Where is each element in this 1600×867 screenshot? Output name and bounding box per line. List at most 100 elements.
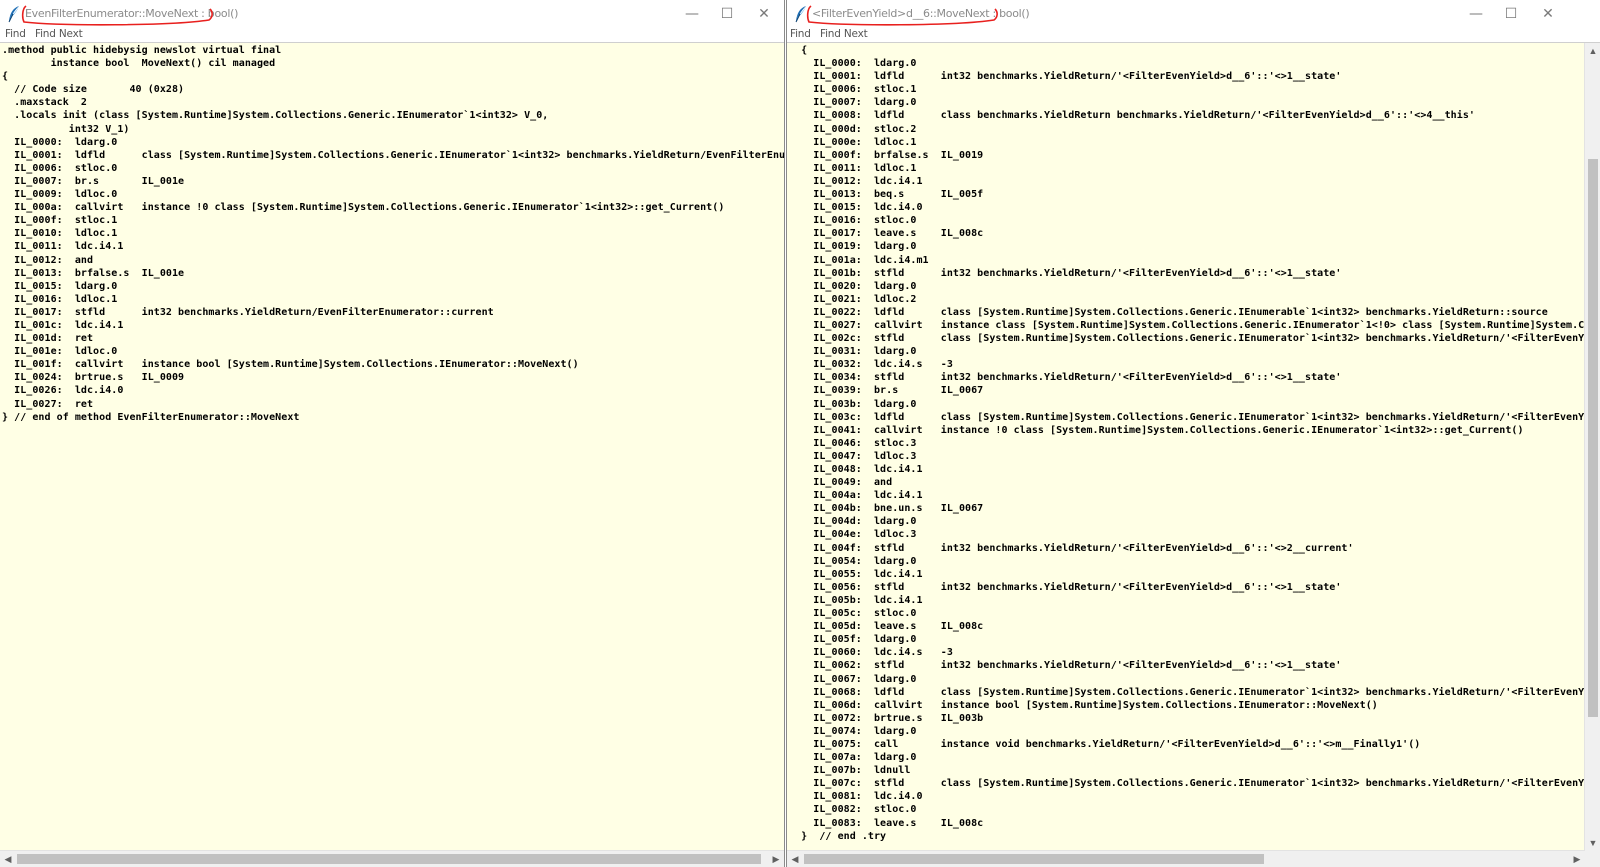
code-line: IL_0055: ldc.i4.1 xyxy=(789,568,923,580)
horizontal-scroll-thumb[interactable] xyxy=(804,854,1264,864)
code-line: IL_0013: beq.s IL_005f xyxy=(789,189,984,201)
code-line: IL_005d: leave.s IL_008c xyxy=(789,621,984,633)
scroll-right-arrow-icon[interactable]: ▶ xyxy=(768,851,784,867)
scroll-down-arrow-icon[interactable]: ▼ xyxy=(1585,835,1600,851)
code-line: IL_0074: ldarg.0 xyxy=(789,725,917,737)
ildasm-feather-icon xyxy=(8,6,19,23)
right-ildasm-window: <FilterEvenYield>d__6::MoveNext : bool()… xyxy=(786,0,1600,867)
code-line: IL_003b: ldarg.0 xyxy=(789,398,917,410)
code-line: IL_0016: ldloc.1 xyxy=(2,293,118,305)
code-line: IL_004f: stfld int32 benchmarks.YieldRet… xyxy=(789,542,1354,554)
code-line: IL_0027: ret xyxy=(2,398,94,410)
code-line: IL_0020: ldarg.0 xyxy=(789,280,917,292)
code-line: // Code size 40 (0x28) xyxy=(2,84,185,96)
minimize-button[interactable]: — xyxy=(1461,4,1491,24)
code-line: IL_000f: stloc.1 xyxy=(2,215,118,227)
horizontal-scroll-thumb[interactable] xyxy=(17,854,761,864)
code-line: IL_0032: ldc.i4.s -3 xyxy=(789,359,953,371)
il-code-view[interactable]: { IL_0000: ldarg.0 IL_0001: ldfld int32 … xyxy=(787,43,1585,851)
code-line: instance bool MoveNext() cil managed xyxy=(2,58,276,70)
menu-find-next[interactable]: Find Next xyxy=(35,27,83,41)
code-line: IL_001e: ldloc.0 xyxy=(2,346,118,358)
code-line: IL_0022: ldfld class [System.Runtime]Sys… xyxy=(789,306,1548,318)
code-line: IL_0011: ldc.i4.1 xyxy=(2,241,124,253)
code-line: int32 V_1) xyxy=(2,123,130,135)
code-line: IL_005c: stloc.0 xyxy=(789,608,917,620)
code-line: IL_0000: ldarg.0 xyxy=(2,136,118,148)
vertical-scrollbar[interactable]: ▲ ▼ xyxy=(1584,43,1600,851)
code-line: IL_001b: stfld int32 benchmarks.YieldRet… xyxy=(789,267,1342,279)
menu-bar: Find Find Next xyxy=(0,27,784,43)
code-line: IL_005b: ldc.i4.1 xyxy=(789,594,923,606)
scroll-right-arrow-icon[interactable]: ▶ xyxy=(1569,851,1585,867)
vertical-scroll-thumb[interactable] xyxy=(1588,159,1598,717)
code-line: IL_0027: callvirt instance class [System… xyxy=(813,319,1585,331)
maximize-button[interactable]: ☐ xyxy=(1496,4,1526,24)
code-line: IL_0075: call instance void benchmarks.Y… xyxy=(789,738,1421,750)
code-line: IL_0054: ldarg.0 xyxy=(789,555,917,567)
code-line: IL_0017: stfld int32 benchmarks.YieldRet… xyxy=(2,306,494,318)
code-line: IL_004d: ldarg.0 xyxy=(789,516,917,528)
il-code-view[interactable]: .method public hidebysig newslot virtual… xyxy=(0,43,784,851)
scroll-up-arrow-icon[interactable]: ▲ xyxy=(1585,43,1600,59)
horizontal-scrollbar[interactable]: ◀ ▶ xyxy=(787,850,1585,867)
scroll-left-arrow-icon[interactable]: ◀ xyxy=(787,851,803,867)
horizontal-scrollbar[interactable]: ◀ ▶ xyxy=(0,850,784,867)
scroll-left-arrow-icon[interactable]: ◀ xyxy=(0,851,16,867)
code-line: IL_0082: stloc.0 xyxy=(789,804,917,816)
code-line: IL_0009: ldloc.0 xyxy=(2,189,118,201)
menu-find[interactable]: Find xyxy=(790,27,811,41)
code-line: IL_0034: stfld int32 benchmarks.YieldRet… xyxy=(789,372,1342,384)
code-line: IL_0001: ldfld int32 benchmarks.YieldRet… xyxy=(789,71,1342,83)
close-button[interactable]: ✕ xyxy=(749,4,779,24)
code-line: } // end .try xyxy=(789,830,887,842)
code-line: IL_0026: ldc.i4.0 xyxy=(2,385,124,397)
code-line: IL_000d: stloc.2 xyxy=(789,123,917,135)
right-title-bar[interactable]: <FilterEvenYield>d__6::MoveNext : bool()… xyxy=(787,0,1600,29)
code-line: IL_000a: callvirt instance !0 class [Sys… xyxy=(2,202,725,214)
code-line: IL_004b: bne.un.s IL_0067 xyxy=(789,503,984,515)
code-line: IL_0008: ldfld class benchmarks.YieldRet… xyxy=(789,110,1475,122)
code-line: IL_0010: ldloc.1 xyxy=(2,228,118,240)
code-line: IL_0062: stfld int32 benchmarks.YieldRet… xyxy=(789,660,1342,672)
close-button[interactable]: ✕ xyxy=(1533,4,1563,24)
code-line: IL_0013: brfalse.s IL_001e xyxy=(2,267,185,279)
ildasm-feather-icon xyxy=(795,6,806,23)
code-line: IL_001a: ldc.i4.m1 xyxy=(789,254,929,266)
code-line: IL_0046: stloc.3 xyxy=(789,437,917,449)
menu-bar: Find Find Next xyxy=(787,27,1600,43)
code-line: IL_0048: ldc.i4.1 xyxy=(789,464,923,475)
code-line: IL_000e: ldloc.1 xyxy=(789,136,917,148)
menu-find-next[interactable]: Find Next xyxy=(820,27,868,41)
code-line: IL_0072: brtrue.s IL_003b xyxy=(789,712,984,724)
minimize-button[interactable]: — xyxy=(677,4,707,24)
code-line: IL_0000: ldarg.0 xyxy=(789,58,917,70)
code-line: IL_001d: ret xyxy=(2,333,94,345)
code-line: { xyxy=(789,45,808,56)
code-line: IL_0060: ldc.i4.s -3 xyxy=(789,647,953,659)
code-line: IL_000f: brfalse.s IL_0019 xyxy=(789,149,984,161)
code-line: IL_0056: stfld int32 benchmarks.YieldRet… xyxy=(789,581,1342,593)
code-line: IL_001c: ldc.i4.1 xyxy=(2,319,124,331)
code-line: IL_0068: ldfld class [System.Runtime]Sys… xyxy=(813,686,1585,698)
code-line: IL_0001: ldfld class [System.Runtime]Sys… xyxy=(14,149,784,161)
code-line: .maxstack 2 xyxy=(2,97,87,109)
code-line: IL_0047: ldloc.3 xyxy=(789,450,917,462)
code-line: IL_0006: stloc.1 xyxy=(789,84,917,96)
maximize-button[interactable]: ☐ xyxy=(712,4,742,24)
left-title-bar[interactable]: EvenFilterEnumerator::MoveNext : bool() … xyxy=(0,0,784,29)
code-line: IL_005f: ldarg.0 xyxy=(789,634,917,646)
code-line: .locals init (class [System.Runtime]Syst… xyxy=(2,110,549,122)
code-line: IL_0015: ldarg.0 xyxy=(2,280,118,292)
code-line: IL_001f: callvirt instance bool [System.… xyxy=(2,359,579,371)
code-line: IL_0031: ldarg.0 xyxy=(789,346,917,358)
il-code-text: { IL_0000: ldarg.0 IL_0001: ldfld int32 … xyxy=(787,43,1585,843)
code-line: { xyxy=(2,71,9,83)
code-line: IL_0041: callvirt instance !0 class [Sys… xyxy=(789,424,1524,436)
code-line: IL_002c: stfld class [System.Runtime]Sys… xyxy=(813,333,1585,345)
code-line: IL_0021: ldloc.2 xyxy=(789,293,917,305)
left-ildasm-window: EvenFilterEnumerator::MoveNext : bool() … xyxy=(0,0,785,867)
menu-find[interactable]: Find xyxy=(5,27,26,41)
code-line: IL_007b: ldnull xyxy=(789,765,911,777)
il-code-text: .method public hidebysig newslot virtual… xyxy=(0,43,784,424)
